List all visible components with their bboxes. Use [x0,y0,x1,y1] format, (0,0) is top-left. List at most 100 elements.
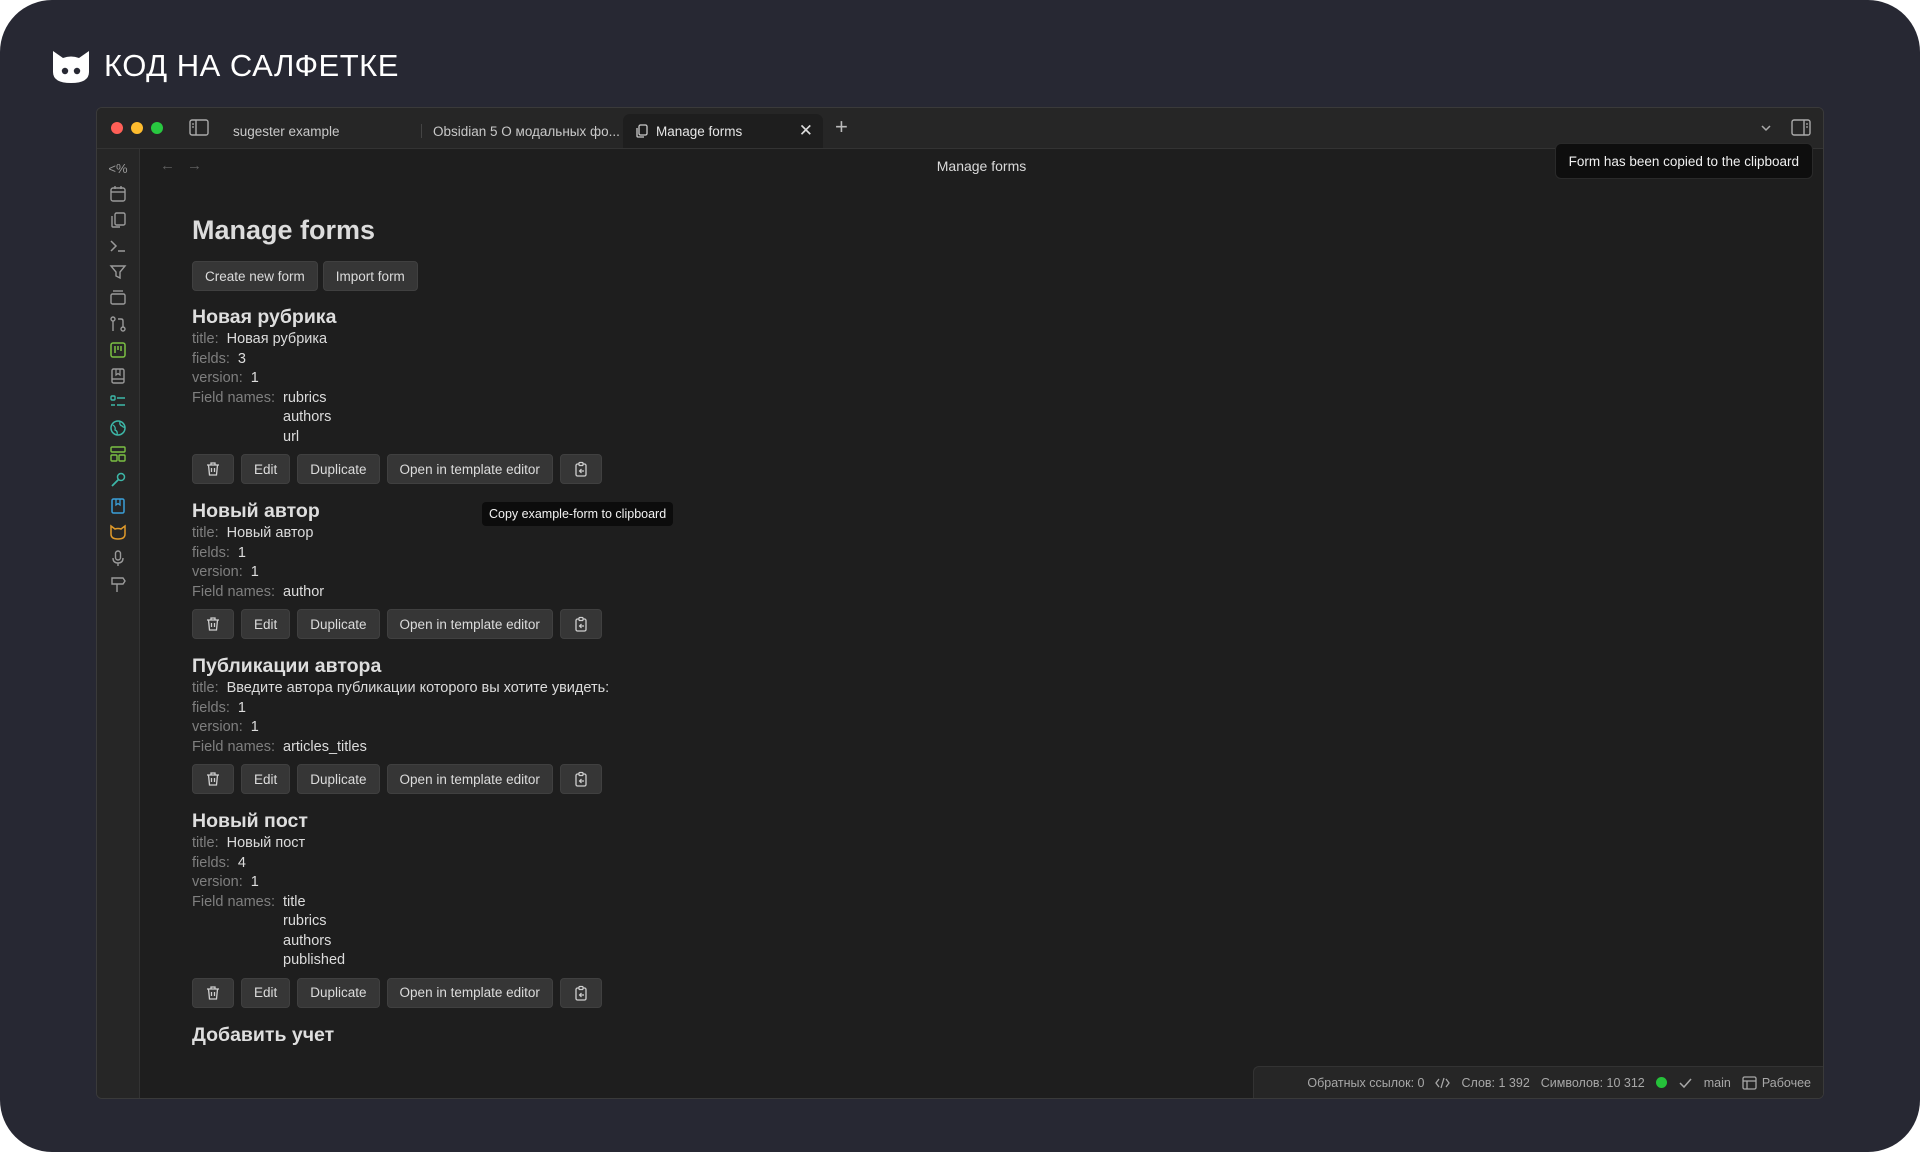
cat-icon[interactable] [107,521,129,543]
right-sidebar-toggle-icon[interactable] [1791,119,1811,136]
form-fields-row: fields: 1 [192,544,609,564]
maximize-window-button[interactable] [151,122,163,134]
layout-icon[interactable] [107,443,129,465]
edit-form-button[interactable]: Edit [241,977,291,1008]
field-name: author [283,583,325,600]
form-entry: Публикации автора title: Введите автора п… [192,653,609,794]
form-name: Публикации автора [192,655,382,677]
frame: КОД НА САЛФЕТКЕ sugester example Obsidia… [0,0,1920,1152]
clipboard-copy-icon [575,461,587,477]
delete-form-button[interactable] [192,764,234,794]
form-fields-value: 1 [237,699,246,716]
tab-label: sugester example [233,123,340,139]
open-template-editor-button[interactable]: Open in template editor [386,454,553,484]
layout-icon [1742,1075,1757,1090]
form-version-row: version: 1 [192,369,609,389]
terminal-icon[interactable] [107,235,129,257]
form-field-names-row: Field names: title rubrics authors publi… [192,893,609,971]
form-title-row: title: Новый пост [192,834,609,854]
slides-icon[interactable] [107,287,129,309]
cat-logo-icon [53,51,89,83]
copy-to-clipboard-button[interactable] [559,609,602,639]
git-compare-icon[interactable] [107,313,129,335]
duplicate-form-button[interactable]: Duplicate [297,454,380,484]
top-actions: Create new form Import form [192,261,609,291]
copy-to-clipboard-button[interactable] [559,977,602,1008]
calendar-icon[interactable] [107,183,129,205]
tab-sugester-example[interactable]: sugester example [221,114,421,148]
open-template-editor-button[interactable]: Open in template editor [386,609,553,639]
app-window: sugester example Obsidian 5 О модальных … [96,107,1824,1099]
form-version-row: version: 1 [192,718,609,738]
globe-icon[interactable] [107,417,129,439]
book-icon[interactable] [107,365,129,387]
form-name: Новый пост [192,810,308,832]
char-count: Символов: 10 312 [1540,1075,1645,1090]
create-new-form-button[interactable]: Create new form [192,261,318,291]
left-sidebar-toggle-icon[interactable] [189,119,209,136]
status-bar: Обратных ссылок: 0 Слов: 1 392 Символов:… [1253,1066,1823,1098]
filter-icon[interactable] [107,261,129,283]
close-window-button[interactable] [111,122,123,134]
form-version-value: 1 [250,564,259,580]
open-template-editor-button[interactable]: Open in template editor [386,977,553,1008]
new-tab-icon[interactable]: + [835,116,848,138]
tab-label: Manage forms [656,123,743,139]
files-icon [636,124,648,138]
copy-to-clipboard-button[interactable] [559,764,602,794]
form-entry: Новый пост title: Новый пост fields: 4 ver… [192,808,609,1008]
duplicate-form-button[interactable]: Duplicate [297,977,380,1008]
tab-manage-forms[interactable]: Manage forms ✕ [623,114,823,148]
field-name: articles_titles [283,738,367,755]
templater-icon[interactable]: <% [107,157,129,179]
git-branch[interactable]: main [1704,1076,1731,1090]
copy-icon[interactable] [107,209,129,231]
sync-status-icon[interactable] [1655,1077,1667,1088]
chevron-down-icon[interactable] [1759,121,1773,135]
clipboard-copy-icon [575,985,587,1001]
tab-obsidian-modal[interactable]: Obsidian 5 О модальных фо... [421,114,621,148]
import-form-button[interactable]: Import form [322,261,418,291]
copy-to-clipboard-button[interactable] [559,454,602,484]
code-icon[interactable] [1435,1076,1451,1090]
page-title: Manage forms [192,215,376,245]
form-name: Новый автор [192,500,320,522]
open-template-editor-button[interactable]: Open in template editor [386,764,553,794]
field-name: authors [283,409,332,425]
form-fields-row: fields: 4 [192,854,609,874]
signpost-icon[interactable] [107,573,129,595]
delete-form-button[interactable] [192,454,234,484]
duplicate-form-button[interactable]: Duplicate [297,764,380,794]
brand-text: КОД НА САЛФЕТКЕ [104,48,399,83]
form-title-row: title: Новый автор [192,524,609,544]
duplicate-form-button[interactable]: Duplicate [297,609,380,639]
form-title-value: Новая рубрика [226,331,328,347]
minimize-window-button[interactable] [131,122,143,134]
edit-form-button[interactable]: Edit [241,764,291,794]
form-title-row: title: Введите автора публикации которого… [192,679,609,699]
clipboard-copy-icon [575,616,587,632]
delete-form-button[interactable] [192,609,234,639]
edit-form-button[interactable]: Edit [241,454,291,484]
form-field-names-row: Field names: articles_titles [192,738,609,758]
content-pane: ←→ Manage forms Form has been copied to … [140,143,1823,1098]
field-name: url [283,428,300,445]
form-fields-row: fields: 1 [192,699,609,719]
check-icon[interactable] [1678,1076,1693,1090]
workspace-switcher[interactable]: Рабочее [1742,1076,1811,1090]
backlinks-count[interactable]: Обратных ссылок: 0 [1307,1076,1424,1090]
microphone-icon[interactable] [107,547,129,569]
form-fields-value: 3 [237,350,246,367]
form-title-row: title: Новая рубрика [192,330,609,350]
trash-icon [207,772,219,786]
form-actions: Edit Duplicate Open in template editor [192,764,609,794]
form-field-names-row: Field names: rubrics authors url [192,389,609,448]
delete-form-button[interactable] [192,977,234,1008]
form-fields-value: 4 [237,854,246,871]
kanban-icon[interactable] [107,339,129,361]
task-list-icon[interactable] [107,391,129,413]
close-tab-icon[interactable]: ✕ [799,122,813,139]
edit-form-button[interactable]: Edit [241,609,291,639]
bookmark-book-icon[interactable] [107,495,129,517]
wrench-icon[interactable] [107,469,129,491]
